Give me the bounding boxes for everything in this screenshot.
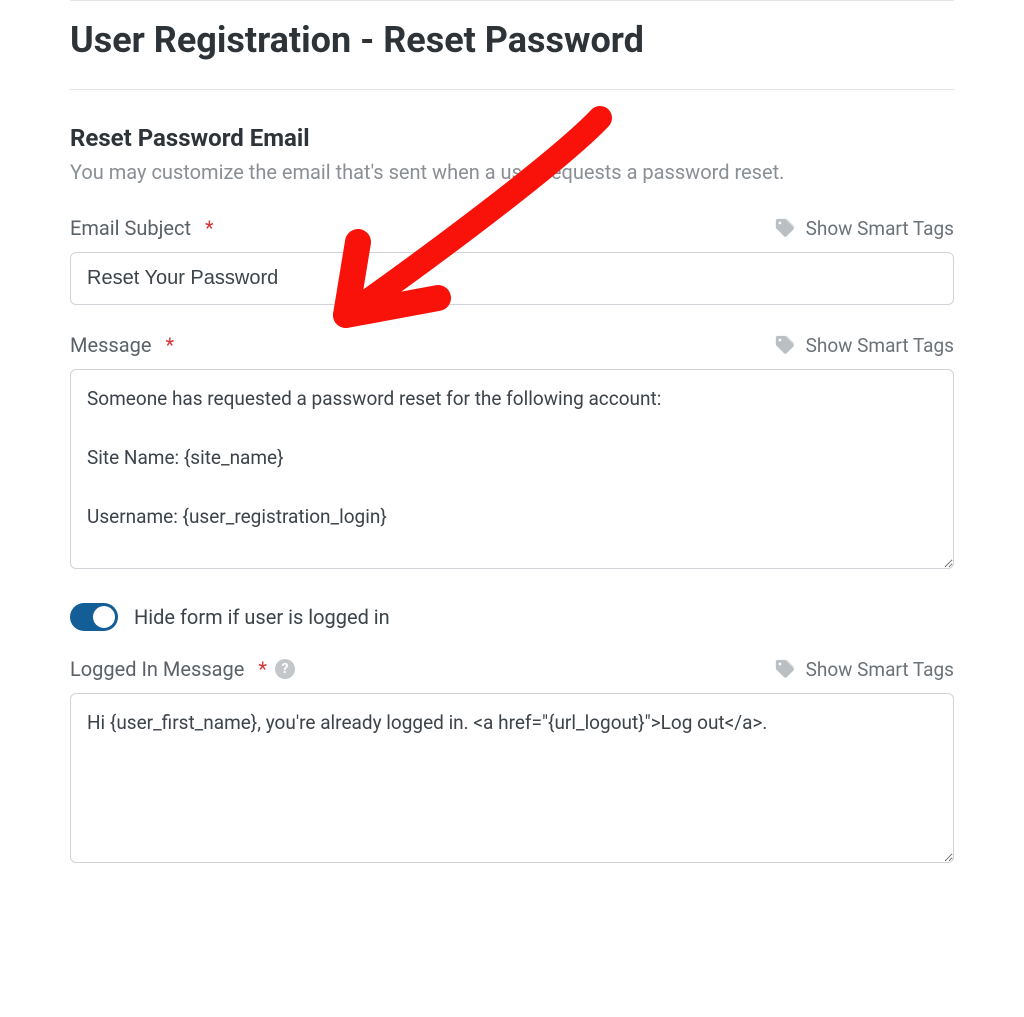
hide-form-toggle-label: Hide form if user is logged in xyxy=(134,605,390,629)
logged-in-message-field: Logged In Message* ? Show Smart Tags xyxy=(70,657,954,867)
required-mark: * xyxy=(205,216,214,240)
email-subject-label: Email Subject* xyxy=(70,216,214,240)
message-label: Message* xyxy=(70,333,174,357)
email-subject-input[interactable] xyxy=(70,252,954,305)
logged-in-message-textarea[interactable] xyxy=(70,693,954,863)
toggle-knob xyxy=(93,606,115,628)
show-smart-tags-button[interactable]: Show Smart Tags xyxy=(774,658,954,681)
show-smart-tags-button[interactable]: Show Smart Tags xyxy=(774,217,954,240)
email-subject-field: Email Subject* Show Smart Tags xyxy=(70,216,954,305)
section-title: Reset Password Email xyxy=(70,124,954,152)
smart-tags-label: Show Smart Tags xyxy=(806,658,954,681)
page-title: User Registration - Reset Password xyxy=(70,19,954,61)
hide-form-toggle[interactable] xyxy=(70,603,118,631)
smart-tags-label: Show Smart Tags xyxy=(806,334,954,357)
message-field: Message* Show Smart Tags xyxy=(70,333,954,573)
smart-tags-label: Show Smart Tags xyxy=(806,217,954,240)
show-smart-tags-button[interactable]: Show Smart Tags xyxy=(774,334,954,357)
required-mark: * xyxy=(165,333,174,357)
hide-form-toggle-row: Hide form if user is logged in xyxy=(70,603,954,631)
top-divider xyxy=(70,0,954,1)
required-mark: * xyxy=(258,657,267,681)
logged-in-message-label: Logged In Message* ? xyxy=(70,657,295,681)
message-textarea[interactable] xyxy=(70,369,954,569)
help-icon[interactable]: ? xyxy=(275,659,295,679)
tag-icon xyxy=(774,334,796,356)
tag-icon xyxy=(774,658,796,680)
section-description: You may customize the email that's sent … xyxy=(70,158,954,186)
tag-icon xyxy=(774,217,796,239)
section-divider xyxy=(70,89,954,90)
